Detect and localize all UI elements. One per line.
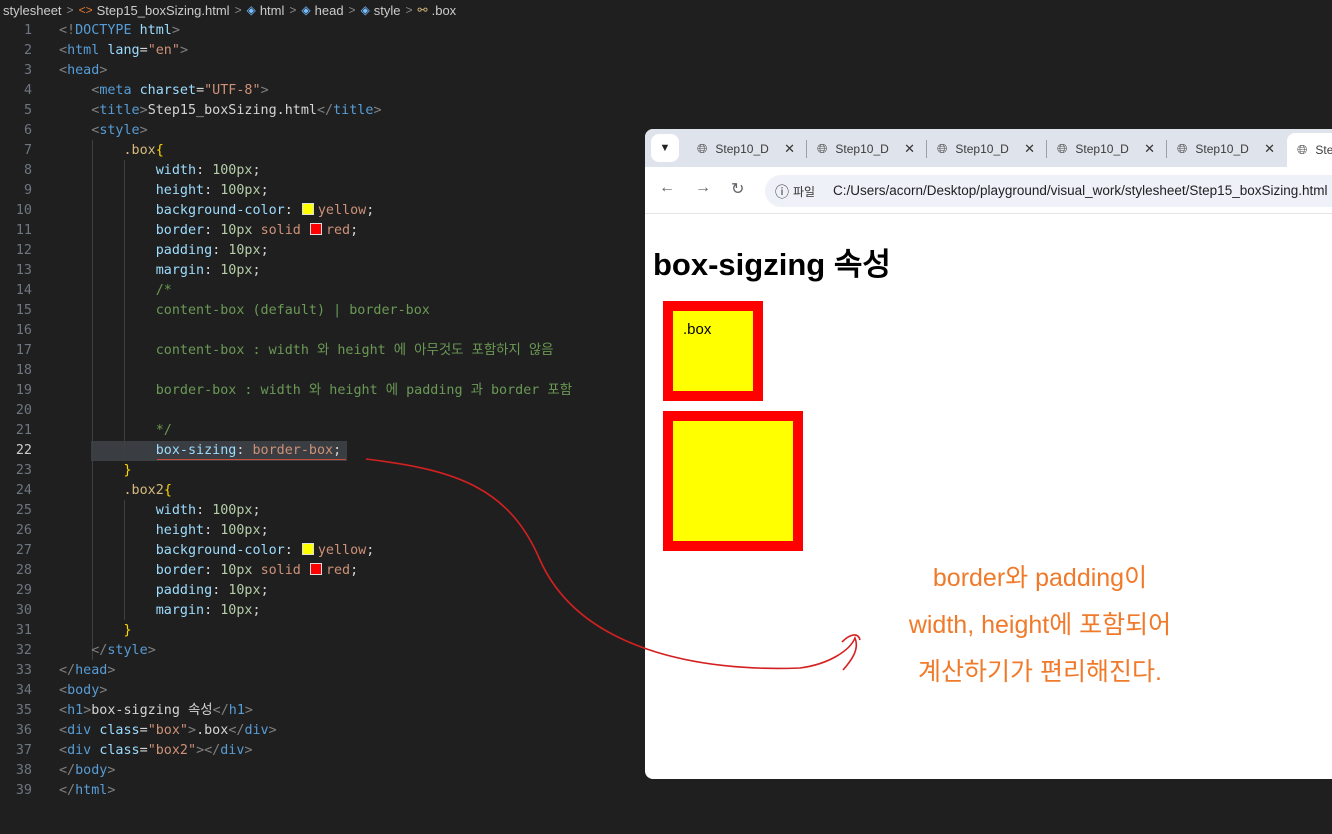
annotation-arrow	[365, 458, 861, 671]
arrow-head	[841, 634, 861, 643]
arrow-stroke	[365, 458, 858, 671]
annotation-line: width, height에 포함되어	[908, 611, 1172, 639]
annotation-line: 계산하기가 편리해진다.	[918, 658, 1162, 686]
annotation-line: border와 padding이	[932, 564, 1148, 592]
annotation-note: border와 padding이 width, height에 포함되어 계산하…	[880, 555, 1200, 696]
